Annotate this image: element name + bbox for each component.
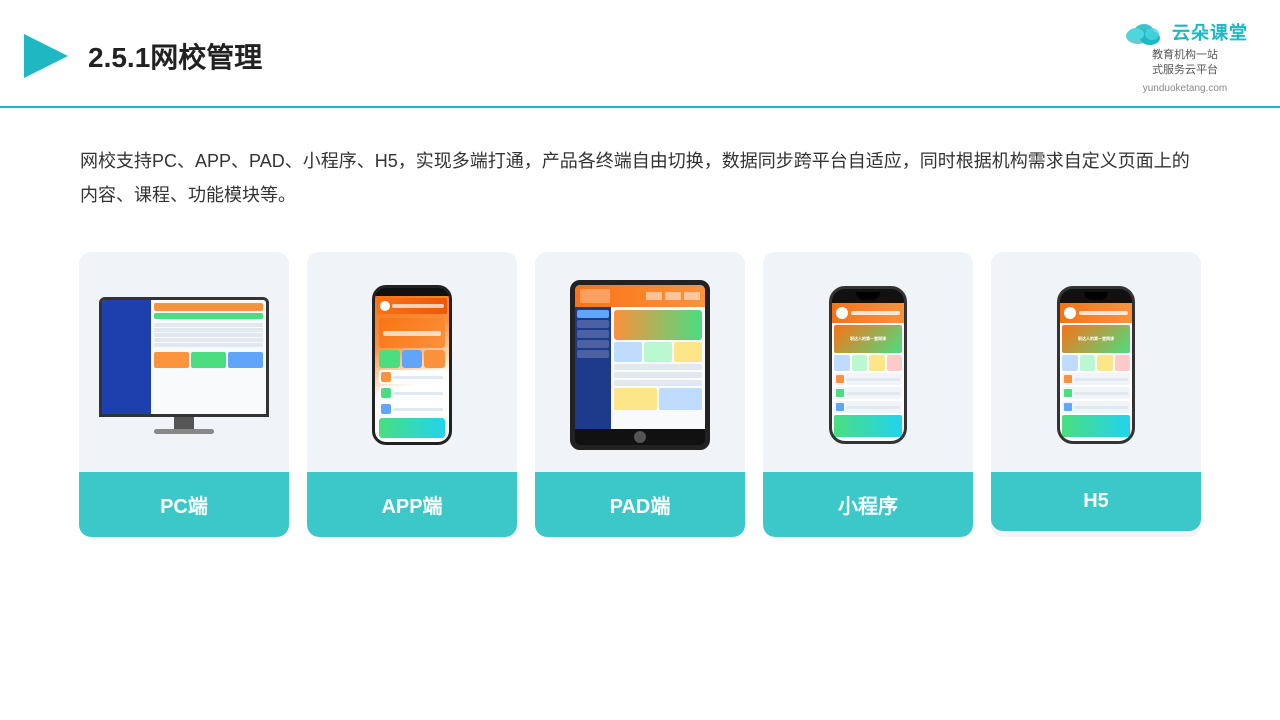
card-pad: PAD端 xyxy=(535,252,745,537)
card-h5: 职达人的第一堂网课 xyxy=(991,252,1201,537)
card-app: APP端 xyxy=(307,252,517,537)
description-paragraph: 网校支持PC、APP、PAD、小程序、H5，实现多端打通，产品各终端自由切换，数… xyxy=(80,144,1200,212)
phone-mockup-app xyxy=(372,285,452,445)
brand-area: 云朵课堂 教育机构一站式服务云平台 yunduoketang.com xyxy=(1122,18,1248,94)
cards-section: PC端 xyxy=(0,232,1280,567)
card-pc-label: PC端 xyxy=(79,472,289,537)
card-mini-label: 小程序 xyxy=(763,472,973,537)
card-pc-image xyxy=(79,252,289,472)
logo-icon xyxy=(20,30,72,82)
header: 2.5.1网校管理 云朵课堂 教育机构一站式服务云平台 yunduoketang… xyxy=(0,0,1280,108)
page-title: 2.5.1网校管理 xyxy=(88,36,262,76)
card-pad-label: PAD端 xyxy=(535,472,745,537)
card-app-image xyxy=(307,252,517,472)
card-h5-label: H5 xyxy=(991,472,1201,531)
card-mini: 职达人的第一堂网课 xyxy=(763,252,973,537)
card-h5-image: 职达人的第一堂网课 xyxy=(991,252,1201,472)
card-mini-image: 职达人的第一堂网课 xyxy=(763,252,973,472)
miniphone-mockup-h5: 职达人的第一堂网课 xyxy=(1057,286,1135,444)
brand-tagline: 教育机构一站式服务云平台 xyxy=(1152,48,1218,79)
brand-name: 云朵课堂 xyxy=(1172,19,1248,45)
description-text: 网校支持PC、APP、PAD、小程序、H5，实现多端打通，产品各终端自由切换，数… xyxy=(0,108,1280,232)
cloud-icon xyxy=(1122,18,1166,46)
pc-mockup xyxy=(99,297,269,434)
header-left: 2.5.1网校管理 xyxy=(20,30,262,82)
card-pc: PC端 xyxy=(79,252,289,537)
brand-tagline-text: 教育机构一站式服务云平台 xyxy=(1152,48,1218,79)
tablet-mockup xyxy=(570,280,710,450)
card-pad-image xyxy=(535,252,745,472)
brand-url: yunduoketang.com xyxy=(1143,83,1228,94)
card-app-label: APP端 xyxy=(307,472,517,537)
brand-logo: 云朵课堂 xyxy=(1122,18,1248,46)
miniphone-mockup-mini: 职达人的第一堂网课 xyxy=(829,286,907,444)
